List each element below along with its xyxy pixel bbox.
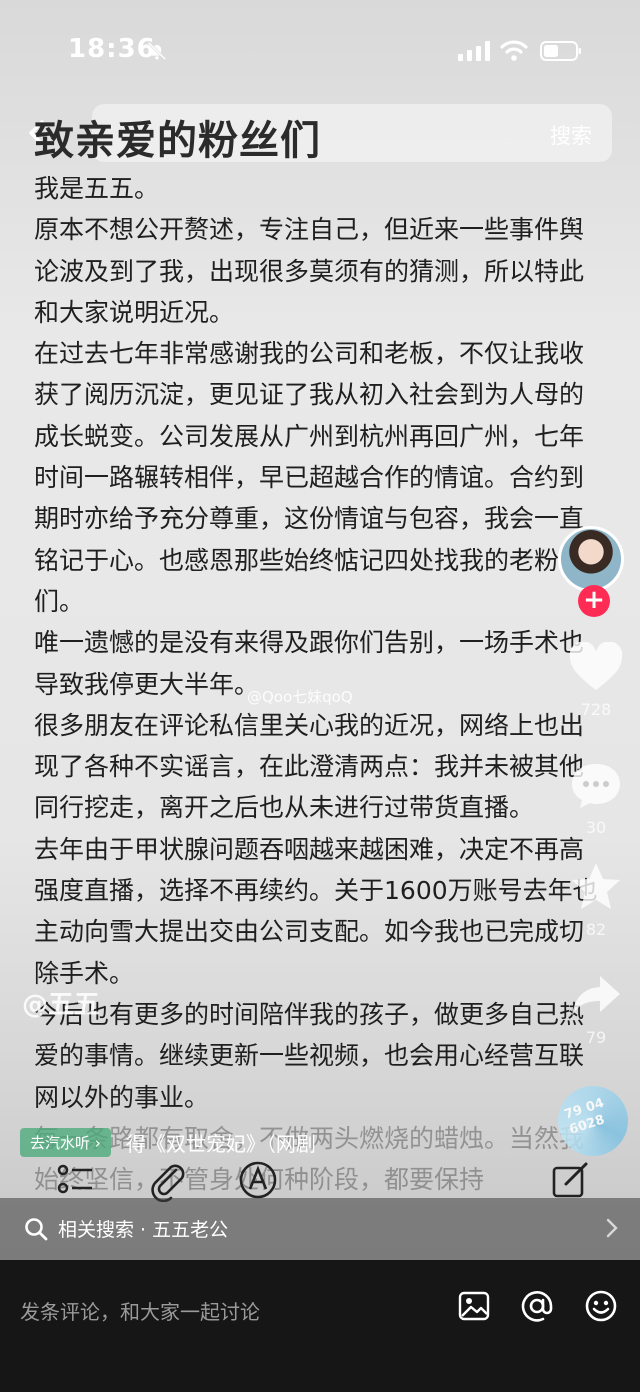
article-paragraph: 去年由于甲状腺问题吞咽越来越困难，决定不再高强度直播，选择不再续约。关于1600… (34, 834, 598, 988)
article-paragraph: 很多朋友在评论私信里关心我的近况，网络上也出现了各种不实谣言，在此澄清两点：我并… (34, 710, 585, 823)
chevron-right-icon (606, 1218, 618, 1238)
comment-bar (0, 1260, 640, 1392)
mention-icon[interactable] (519, 1288, 555, 1324)
favorite-button[interactable]: 82 (560, 860, 632, 939)
article-paragraph: 我是五五。 (34, 174, 160, 203)
cellular-signal-icon (458, 41, 490, 61)
article-paragraph: 原本不想公开赘述，专注自己，但近来一些事件舆论波及到了我，出现很多莫须有的猜测，… (34, 215, 585, 327)
article-title: 致亲爱的粉丝们 (34, 118, 321, 164)
article-paragraph: 今后也有更多的时间陪伴我的孩子，做更多自己热爱的事情。继续更新一些视频，也会用心… (34, 999, 585, 1112)
image-icon[interactable] (456, 1288, 492, 1324)
like-count: 728 (580, 700, 612, 719)
text-style-icon[interactable] (236, 1158, 280, 1202)
comment-input[interactable] (20, 1292, 440, 1332)
author-handle[interactable]: @五五 (22, 984, 100, 1021)
related-search-bar[interactable]: 相关搜索 · 五五老公 (0, 1198, 640, 1260)
share-arrow-icon (572, 976, 620, 1016)
watermark: @Qoo七妹qoQ (247, 688, 353, 706)
comment-count: 30 (585, 818, 607, 837)
emoji-icon[interactable] (583, 1288, 619, 1324)
favorite-count: 82 (585, 920, 607, 939)
share-count: 79 (585, 1028, 607, 1047)
music-disc-text: 79 04 6028 (562, 1095, 607, 1138)
share-button[interactable]: 79 (560, 970, 632, 1047)
related-search-label: 相关搜索 · 五五老公 (58, 1219, 229, 1241)
comment-icon (572, 764, 620, 808)
star-icon (572, 863, 620, 909)
article-paragraph: 在过去七年非常感谢我的公司和老板，不仅让我收获了阅历沉淀，更见证了我从初入社会到… (34, 339, 585, 616)
edit-icon[interactable] (548, 1158, 592, 1202)
article-body: 我是五五。 原本不想公开赘述，专注自己，但近来一些事件舆论波及到了我，出现很多莫… (34, 168, 604, 1200)
battery-icon (540, 41, 581, 61)
heart-icon (569, 641, 623, 690)
bell-muted-icon (147, 41, 167, 61)
search-icon (25, 1218, 48, 1241)
comment-button[interactable]: 30 (560, 760, 632, 837)
wifi-icon (500, 40, 528, 61)
status-bar: 18:36 (0, 0, 640, 100)
music-disc[interactable]: 79 04 6028 (558, 1086, 628, 1156)
list-icon[interactable] (54, 1158, 98, 1202)
status-time: 18:36 (68, 34, 156, 64)
follow-button[interactable]: + (578, 585, 610, 617)
like-button[interactable]: 728 (560, 641, 632, 719)
author-avatar[interactable] (558, 526, 624, 592)
search-button[interactable]: 搜索 (550, 120, 592, 150)
paperclip-icon[interactable] (146, 1158, 190, 1202)
